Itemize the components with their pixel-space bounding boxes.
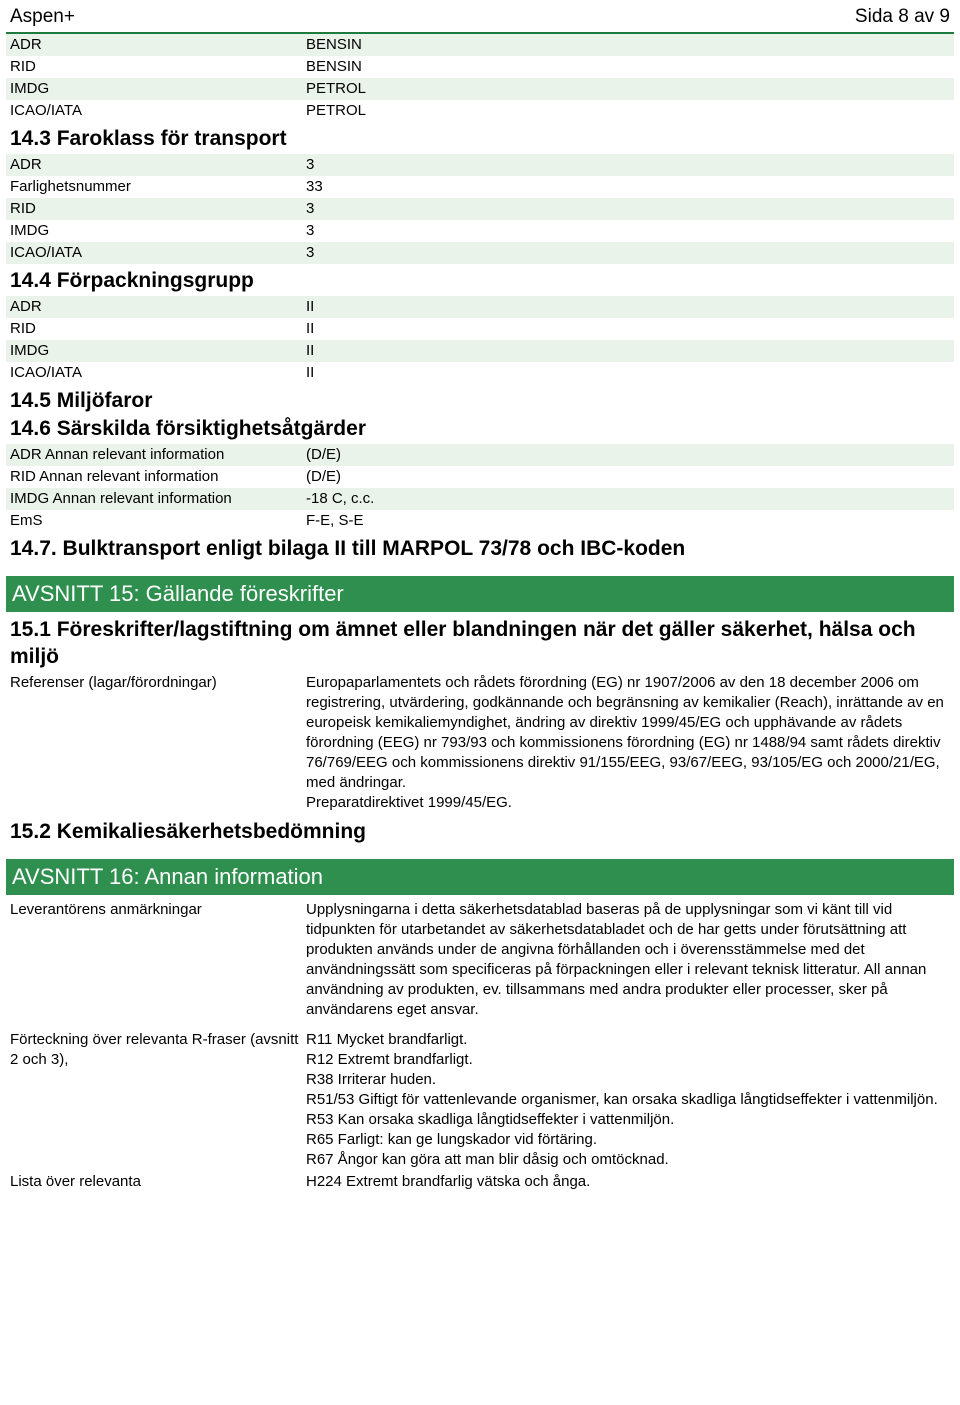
table-row: RID Annan relevant information (D/E) [6,466,954,488]
table-row: ADR BENSIN [6,34,954,56]
list-item: R38 Irriterar huden. [306,1071,437,1088]
row-value: 3 [306,244,315,261]
document-page: Aspen+ Sida 8 av 9 ADR BENSIN RID BENSIN… [0,0,960,1193]
row-value: BENSIN [306,58,362,75]
table-row: ICAO/IATA PETROL [6,100,954,122]
section-band-15: AVSNITT 15: Gällande föreskrifter [6,576,954,612]
list-item: R11 Mycket brandfarligt. [306,1031,468,1048]
row-value: BENSIN [306,36,362,53]
h-phrases-block: Lista över relevanta H224 Extremt brandf… [6,1171,954,1193]
list-item: H224 Extremt brandfarlig vätska och ånga… [306,1173,591,1190]
row-value: II [306,342,315,359]
supplier-notes-label: Leverantörens anmärkningar [10,901,202,918]
row-value: (D/E) [306,468,341,485]
row-label: IMDG [10,222,50,239]
page-header: Aspen+ Sida 8 av 9 [6,0,954,34]
table-row: RID BENSIN [6,56,954,78]
list-item: R12 Extremt brandfarligt. [306,1051,473,1068]
section-heading-14-7: 14.7. Bulktransport enligt bilaga II til… [10,537,686,560]
table-row: IMDG PETROL [6,78,954,100]
row-label: ADR Annan relevant information [10,446,225,463]
table-row: IMDG 3 [6,220,954,242]
table-row: RID II [6,318,954,340]
section-14-6-rows: ADR Annan relevant information (D/E) RID… [6,444,954,532]
r-phrases-label: Förteckning över relevanta R-fraser (avs… [10,1031,299,1068]
row-value: 3 [306,156,315,173]
section-heading-14-6: 14.6 Särskilda försiktighetsåtgärder [10,417,366,440]
h-phrases-label: Lista över relevanta [10,1173,141,1190]
row-value: II [306,320,315,337]
row-value: (D/E) [306,446,341,463]
r-phrases-list: R11 Mycket brandfarligt. R12 Extremt bra… [306,1030,954,1170]
list-item: R53 Kan orsaka skadliga långtidseffekter… [306,1111,675,1128]
h-phrases-list: H224 Extremt brandfarlig vätska och ånga… [306,1172,954,1192]
table-row: ADR 3 [6,154,954,176]
table-row: EmS F-E, S-E [6,510,954,532]
row-value: -18 C, c.c. [306,490,375,507]
row-value: PETROL [306,80,367,97]
table-row: ICAO/IATA II [6,362,954,384]
references-text: Europaparlamentets och rådets förordning… [306,674,944,791]
row-value: II [306,364,315,381]
row-label: IMDG [10,80,50,97]
section-heading-14-5: 14.5 Miljöfaror [10,389,153,412]
row-label: ICAO/IATA [10,244,82,261]
page-number: Sida 8 av 9 [854,6,950,27]
table-row: Farlighetsnummer 33 [6,176,954,198]
section-heading-14-3: 14.3 Faroklass för transport [10,127,287,150]
section-14-4-rows: ADR II RID II IMDG II ICAO/IATA II [6,296,954,384]
row-label: Farlighetsnummer [10,178,131,195]
references-block: Referenser (lagar/förordningar) Europapa… [6,672,954,814]
section-heading-14-4: 14.4 Förpackningsgrupp [10,269,254,292]
section-heading-15-2: 15.2 Kemikaliesäkerhetsbedömning [10,820,366,843]
r-phrases-block: Förteckning över relevanta R-fraser (avs… [6,1029,954,1171]
table-row: RID 3 [6,198,954,220]
row-label: EmS [10,512,43,529]
row-value: 3 [306,200,315,217]
row-label: RID [10,200,36,217]
row-label: RID Annan relevant information [10,468,219,485]
row-label: IMDG [10,342,50,359]
table-row: IMDG II [6,340,954,362]
list-item: R65 Farligt: kan ge lungskador vid förtä… [306,1131,597,1148]
table-row: ICAO/IATA 3 [6,242,954,264]
brand-name: Aspen+ [10,6,75,27]
section-band-16: AVSNITT 16: Annan information [6,859,954,895]
row-value: 3 [306,222,315,239]
table-row: IMDG Annan relevant information -18 C, c… [6,488,954,510]
row-label: IMDG Annan relevant information [10,490,232,507]
row-label: ADR [10,156,42,173]
transport-names-list: ADR BENSIN RID BENSIN IMDG PETROL ICAO/I… [6,34,954,122]
row-label: ADR [10,36,42,53]
row-label: RID [10,320,36,337]
row-label: ADR [10,298,42,315]
references-text-secondary: Preparatdirektivet 1999/45/EG. [306,794,512,811]
references-text-wrap: Europaparlamentets och rådets förordning… [306,673,954,813]
references-label: Referenser (lagar/förordningar) [10,674,217,691]
row-value: F-E, S-E [306,512,364,529]
table-row: ADR II [6,296,954,318]
supplier-notes-block: Leverantörens anmärkningar Upplysningarn… [6,899,954,1021]
table-row: ADR Annan relevant information (D/E) [6,444,954,466]
section-heading-15-1: 15.1 Föreskrifter/lagstiftning om ämnet … [10,618,916,668]
row-value: PETROL [306,102,367,119]
row-label: ICAO/IATA [10,102,82,119]
row-label: ICAO/IATA [10,364,82,381]
row-value: 33 [306,178,323,195]
section-14-3-rows: ADR 3 Farlighetsnummer 33 RID 3 IMDG 3 I… [6,154,954,264]
row-label: RID [10,58,36,75]
list-item: R67 Ångor kan göra att man blir dåsig oc… [306,1151,669,1168]
row-value: II [306,298,315,315]
supplier-notes-text: Upplysningarna i detta säkerhetsdatablad… [306,901,927,1018]
list-item: R51/53 Giftigt för vattenlevande organis… [306,1091,938,1108]
supplier-notes-text-wrap: Upplysningarna i detta säkerhetsdatablad… [306,900,954,1020]
